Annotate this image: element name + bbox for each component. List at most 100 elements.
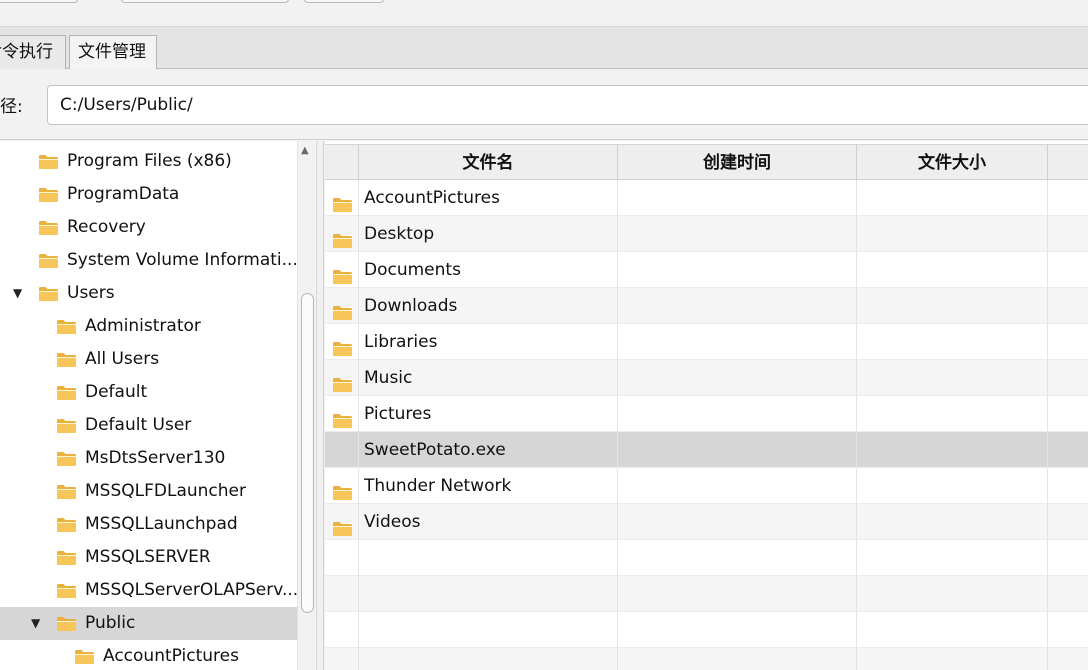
file-size-cell: [857, 576, 1048, 612]
icon-column-cell: [325, 252, 359, 288]
folder-icon: [56, 352, 77, 368]
folder-icon: [38, 220, 59, 236]
header-extra-column: [1048, 144, 1088, 180]
table-row[interactable]: Desktop: [325, 216, 1088, 252]
icon-column-cell: [325, 324, 359, 360]
directory-tree[interactable]: Program Files (x86) ProgramData Recovery Sy…: [0, 141, 297, 670]
tree-item[interactable]: Recovery: [0, 211, 297, 244]
tab-label: 命令执行: [0, 42, 53, 62]
tree-item[interactable]: ▼ Public: [0, 607, 297, 640]
created-time-cell: [618, 324, 857, 360]
tree-item[interactable]: Default User: [0, 409, 297, 442]
tab-label: 文件管理: [78, 42, 146, 62]
header-file-size[interactable]: 文件大小: [857, 144, 1048, 180]
filename-text: Downloads: [364, 296, 458, 316]
tree-scrollbar[interactable]: ▲: [297, 141, 316, 670]
table-row[interactable]: Downloads: [325, 288, 1088, 324]
created-time-cell: [618, 504, 857, 540]
file-size-cell: [857, 432, 1048, 468]
tree-item[interactable]: ▼ Users: [0, 277, 297, 310]
file-size-cell: [857, 468, 1048, 504]
tree-item-label: All Users: [85, 349, 160, 369]
tree-item[interactable]: Program Files (x86): [0, 145, 297, 178]
created-time-cell: [618, 648, 857, 670]
extra-cell: [1048, 252, 1088, 288]
folder-icon: [56, 418, 77, 434]
scroll-up-icon[interactable]: ▲: [301, 145, 309, 156]
split-divider[interactable]: [316, 141, 324, 670]
filename-cell: Libraries: [325, 324, 618, 360]
tree-item-label: Users: [67, 283, 115, 303]
folder-icon: [38, 286, 59, 302]
header-created-time[interactable]: 创建时间: [618, 144, 857, 180]
expand-arrow-icon[interactable]: ▼: [31, 607, 40, 640]
tree-item-label: Default: [85, 382, 148, 402]
icon-column-cell: [325, 216, 359, 252]
toolbar-button[interactable]: [304, 0, 384, 3]
path-label: 路径:: [0, 97, 23, 117]
tree-item[interactable]: Administrator: [0, 310, 297, 343]
created-time-cell: [618, 396, 857, 432]
tree-item-label: Administrator: [85, 316, 201, 336]
created-time-cell: [618, 180, 857, 216]
tree-item[interactable]: Default: [0, 376, 297, 409]
created-time-cell: [618, 576, 857, 612]
extra-cell: [1048, 432, 1088, 468]
table-row[interactable]: Libraries: [325, 324, 1088, 360]
tree-item[interactable]: MSSQLSERVER: [0, 541, 297, 574]
file-size-cell: [857, 540, 1048, 576]
table-row[interactable]: AccountPictures: [325, 180, 1088, 216]
expand-arrow-icon[interactable]: ▼: [13, 277, 22, 310]
tree-item[interactable]: System Volume Informati...: [0, 244, 297, 277]
created-time-cell: [618, 612, 857, 648]
table-row[interactable]: SweetPotato.exe: [325, 432, 1088, 468]
filename-cell: Videos: [325, 504, 618, 540]
header-filename[interactable]: 文件名: [359, 144, 618, 180]
empty-table-row: [325, 576, 1088, 612]
tree-item[interactable]: AccountPictures: [0, 640, 297, 670]
tree-item[interactable]: ProgramData: [0, 178, 297, 211]
tree-item[interactable]: MsDtsServer130: [0, 442, 297, 475]
tab-file-manager[interactable]: 文件管理: [69, 35, 157, 69]
filename-cell: Music: [325, 360, 618, 396]
folder-icon: [56, 616, 77, 632]
folder-icon: [56, 517, 77, 533]
path-input[interactable]: [47, 85, 1088, 125]
table-row[interactable]: Thunder Network: [325, 468, 1088, 504]
filename-cell: [325, 540, 618, 576]
file-size-cell: [857, 396, 1048, 432]
icon-column-cell: [325, 612, 359, 648]
folder-icon: [56, 451, 77, 467]
tab-command-exec[interactable]: 命令执行: [0, 35, 66, 69]
tree-item[interactable]: MSSQLServerOLAPServ...: [0, 574, 297, 607]
filename-text: Music: [364, 368, 413, 388]
file-size-cell: [857, 180, 1048, 216]
file-size-cell: [857, 252, 1048, 288]
table-row[interactable]: Music: [325, 360, 1088, 396]
folder-icon: [56, 484, 77, 500]
tree-item[interactable]: MSSQLLaunchpad: [0, 508, 297, 541]
tree-item[interactable]: MSSQLFDLauncher: [0, 475, 297, 508]
file-size-cell: [857, 648, 1048, 670]
table-row[interactable]: Documents: [325, 252, 1088, 288]
folder-icon: [74, 649, 95, 665]
tree-item[interactable]: All Users: [0, 343, 297, 376]
extra-cell: [1048, 324, 1088, 360]
table-row[interactable]: Pictures: [325, 396, 1088, 432]
extra-cell: [1048, 288, 1088, 324]
table-row[interactable]: Videos: [325, 504, 1088, 540]
toolbar-button[interactable]: [121, 0, 289, 3]
extra-cell: [1048, 648, 1088, 670]
folder-icon: [56, 583, 77, 599]
extra-cell: [1048, 216, 1088, 252]
folder-icon: [38, 154, 59, 170]
filename-cell: SweetPotato.exe: [325, 432, 618, 468]
filename-text: Videos: [364, 512, 421, 532]
file-size-cell: [857, 324, 1048, 360]
tree-item-label: MSSQLSERVER: [85, 547, 211, 567]
toolbar-button[interactable]: [0, 0, 78, 3]
scrollbar-thumb[interactable]: [301, 293, 314, 613]
file-size-cell: [857, 504, 1048, 540]
tree-item-label: Program Files (x86): [67, 151, 232, 171]
filename-cell: AccountPictures: [325, 180, 618, 216]
